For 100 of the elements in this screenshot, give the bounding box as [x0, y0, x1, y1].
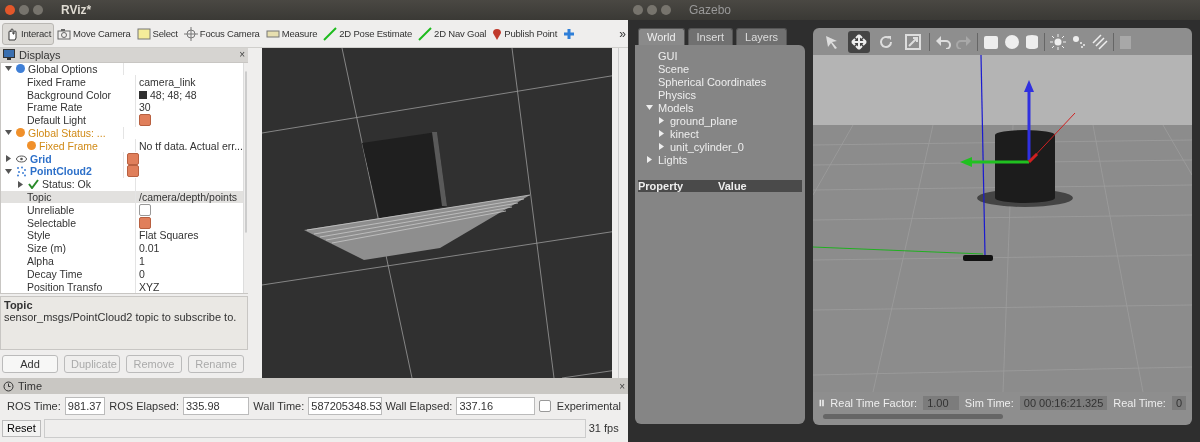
- tree-row[interactable]: Fixed Frame camera_link: [1, 75, 243, 89]
- tool-button[interactable]: Publish Point: [489, 22, 561, 45]
- expand-arrow-icon[interactable]: [5, 167, 12, 175]
- hand-icon: [5, 26, 19, 41]
- ruler-icon: [265, 29, 280, 38]
- tree-row[interactable]: Global Options: [1, 62, 243, 76]
- maximize-button[interactable]: [33, 5, 43, 15]
- expand-arrow-icon[interactable]: [658, 143, 665, 150]
- sun-icon[interactable]: [1050, 33, 1066, 50]
- expand-arrow-icon[interactable]: [646, 156, 653, 163]
- 3d-scene-drawing[interactable]: [813, 55, 1192, 392]
- field-label: Real Time Factor:: [830, 397, 918, 409]
- plus-icon: [563, 27, 576, 40]
- scrollbar-thumb[interactable]: [823, 414, 1003, 419]
- close-window-button[interactable]: [633, 5, 643, 15]
- tool-button[interactable]: Select: [133, 23, 181, 44]
- field-label: Sim Time:: [964, 397, 1014, 409]
- tool-button[interactable]: 2D Nav Goal: [415, 22, 490, 45]
- expand-arrow-icon[interactable]: [658, 130, 665, 137]
- tree-row[interactable]: Background Color 48; 48; 48: [1, 88, 243, 101]
- minimize-button[interactable]: [647, 5, 657, 15]
- checkbox[interactable]: [127, 165, 139, 178]
- map-pin-icon: [492, 26, 503, 41]
- time-field[interactable]: 981.37: [64, 397, 106, 415]
- crosshair-icon: [183, 26, 198, 41]
- tab[interactable]: Insert: [687, 28, 734, 45]
- property-label: Status: Ok: [42, 178, 92, 191]
- property-value: 1: [139, 254, 145, 267]
- time-field[interactable]: 335.98: [183, 397, 250, 415]
- expand-arrow-icon[interactable]: [5, 65, 12, 73]
- property-label: Fixed Frame: [27, 75, 86, 88]
- expand-arrow-icon[interactable]: [17, 180, 24, 188]
- property-label: Size (m): [27, 242, 67, 255]
- property-label: Frame Rate: [27, 101, 83, 114]
- property-value: Flat Squares: [139, 229, 199, 242]
- property-label: Global Status: ...: [28, 126, 106, 139]
- property-value: /camera/depth/points: [139, 190, 238, 203]
- checkbox[interactable]: [139, 216, 151, 229]
- fps-counter: 31 fps: [588, 422, 619, 434]
- tree-row[interactable]: Size (m) 0.01: [1, 241, 243, 255]
- tree-row[interactable]: PointCloud2: [1, 164, 243, 178]
- tree-row[interactable]: Fixed Frame No tf data. Actual err...: [1, 139, 243, 153]
- maximize-button[interactable]: [661, 5, 671, 15]
- property-label: Topic: [27, 190, 52, 203]
- checkbox[interactable]: [139, 203, 151, 216]
- expand-arrow-icon[interactable]: [658, 117, 665, 124]
- spotlight-icon[interactable]: [1071, 33, 1087, 50]
- tree-row[interactable]: Default Light: [1, 113, 243, 127]
- description-text: sensor_msgs/PointCloud2 topic to subscribe to.: [4, 310, 238, 323]
- tool-button[interactable]: Measure: [262, 24, 321, 43]
- property-label: Background Color: [27, 88, 112, 101]
- expand-arrow-icon[interactable]: [646, 104, 653, 111]
- expand-arrow-icon[interactable]: [5, 155, 12, 163]
- pause-icon[interactable]: [819, 397, 825, 409]
- field-label: Wall Time:: [253, 400, 305, 412]
- minimize-button[interactable]: [19, 5, 29, 15]
- close-panel-button[interactable]: ×: [239, 49, 245, 61]
- monitor-icon: [3, 49, 15, 61]
- 3d-viewport-drawing[interactable]: [262, 48, 612, 378]
- sim-time-field: 00 00:16:21.325: [1019, 396, 1108, 410]
- parallel-lines-icon[interactable]: [1092, 33, 1108, 50]
- property-label: Global Options: [28, 63, 98, 75]
- cylinder-icon[interactable]: [1025, 33, 1039, 50]
- checkbox-label: Experimental: [556, 400, 621, 412]
- column-header: Value: [718, 180, 747, 192]
- undo-icon[interactable]: [935, 34, 951, 49]
- tree-row[interactable]: Status: Ok: [1, 177, 243, 191]
- clock-icon: [3, 380, 14, 392]
- time-field[interactable]: 337.16: [456, 397, 535, 415]
- tab[interactable]: Layers: [736, 28, 788, 45]
- time-field[interactable]: 587205348.53: [308, 397, 382, 415]
- reset-button[interactable]: Reset: [2, 419, 41, 437]
- property-label: Unreliable: [27, 203, 75, 216]
- scrollbar-thumb[interactable]: [244, 70, 247, 233]
- box-icon[interactable]: [983, 33, 999, 50]
- tool-button[interactable]: Move Camera: [54, 23, 134, 44]
- checkbox[interactable]: [139, 114, 151, 127]
- tree-row[interactable]: Alpha 1: [1, 254, 243, 268]
- tool-button[interactable]: Interact: [2, 22, 55, 45]
- tool-button[interactable]: Focus Camera: [180, 22, 263, 45]
- rotate-icon: [878, 33, 894, 50]
- tree-row[interactable]: Position Transfo XYZ: [1, 280, 243, 293]
- expand-arrow-icon[interactable]: [5, 129, 12, 137]
- toolbar-overflow-button[interactable]: »: [619, 26, 626, 41]
- checkbox[interactable]: [538, 400, 551, 412]
- sphere-icon[interactable]: [1004, 33, 1020, 50]
- tree-row[interactable]: Selectable: [1, 216, 243, 229]
- tree-row[interactable]: Style Flat Squares: [1, 228, 243, 242]
- close-panel-button[interactable]: ×: [619, 380, 625, 392]
- property-value: XYZ: [139, 280, 160, 293]
- tool-button[interactable]: 2D Pose Estimate: [320, 22, 416, 45]
- tree-row[interactable]: Decay Time 0: [1, 267, 243, 281]
- panel-button[interactable]: Add: [2, 355, 58, 373]
- checkbox[interactable]: [127, 152, 139, 165]
- tool-button[interactable]: [848, 30, 870, 53]
- tree-row[interactable]: Grid: [1, 152, 243, 165]
- tree-row[interactable]: Unreliable: [1, 203, 243, 217]
- tree-row[interactable]: Frame Rate 30: [1, 101, 243, 114]
- close-window-button[interactable]: [5, 5, 15, 15]
- tree-row[interactable]: Topic /camera/depth/points: [1, 190, 243, 204]
